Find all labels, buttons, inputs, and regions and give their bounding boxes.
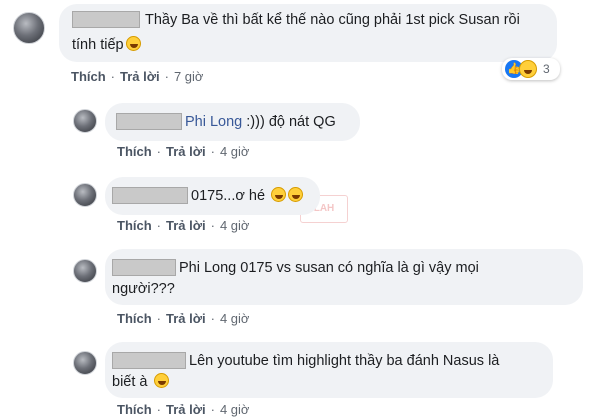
reply-4: Lên youtube tìm highlight thầy ba đánh N… <box>0 338 600 418</box>
mentioned-user-link[interactable]: Phi Long <box>185 114 242 130</box>
reply-button[interactable]: Trả lời <box>166 218 206 233</box>
timestamp[interactable]: 4 giờ <box>220 311 250 326</box>
reaction-summary[interactable]: 👍 3 <box>502 58 560 80</box>
rofl-emoji <box>271 187 287 202</box>
redacted-name <box>116 113 182 130</box>
timestamp[interactable]: 7 giờ <box>174 69 204 84</box>
redacted-name <box>112 187 188 204</box>
rofl-emoji <box>125 36 141 51</box>
rofl-emoji <box>153 373 169 388</box>
reaction-count: 3 <box>543 62 550 76</box>
redacted-name <box>112 352 186 369</box>
reply-button[interactable]: Trả lời <box>120 69 160 84</box>
avatar[interactable] <box>73 109 97 133</box>
comment-text-line2: biết à <box>112 372 169 392</box>
haha-icon <box>519 60 537 78</box>
redacted-name <box>72 11 140 28</box>
comment-actions: Thích · Trả lời · 4 giờ <box>117 144 250 159</box>
timestamp[interactable]: 4 giờ <box>220 218 250 233</box>
like-button[interactable]: Thích <box>117 311 152 326</box>
avatar[interactable] <box>13 12 45 44</box>
like-button[interactable]: Thích <box>117 402 152 417</box>
reply-3: Phi Long 0175 vs susan có nghĩa là gì vậ… <box>0 245 600 330</box>
avatar[interactable] <box>73 351 97 375</box>
comment-actions: Thích · Trả lời · 4 giờ <box>117 311 250 326</box>
comment-text-line2: tính tiếp <box>72 35 141 55</box>
comment-bubble: Phi Long :))) độ nát QG <box>105 103 360 141</box>
reply-button[interactable]: Trả lời <box>166 144 206 159</box>
comment-text: Thầy Ba về thì bất kể thế nào cũng phải … <box>145 12 520 28</box>
comment-bubble: Lên youtube tìm highlight thầy ba đánh N… <box>105 342 553 398</box>
like-button[interactable]: Thích <box>71 69 106 84</box>
comment-bubble: 0175...ơ hé <box>105 177 320 215</box>
comment-text: Phi Long :))) độ nát QG <box>185 114 336 130</box>
comment-actions: Thích · Trả lời · 4 giờ <box>117 402 250 417</box>
like-button[interactable]: Thích <box>117 144 152 159</box>
comment-1: Thầy Ba về thì bất kể thế nào cũng phải … <box>0 0 600 90</box>
reply-button[interactable]: Trả lời <box>166 402 206 417</box>
comment-text-line2: người??? <box>112 281 175 297</box>
reply-1: Phi Long :))) độ nát QG Thích · Trả lời · 4 … <box>0 100 600 165</box>
avatar[interactable] <box>73 259 97 283</box>
reply-2: 0175...ơ hé Thích · Trả lời · 4 giờ <box>0 173 600 238</box>
comment-text: 0175...ơ hé <box>191 186 304 206</box>
timestamp[interactable]: 4 giờ <box>220 402 250 417</box>
comment-actions: Thích · Trả lời · 7 giờ <box>71 69 204 84</box>
redacted-name <box>112 259 176 276</box>
comment-text: Lên youtube tìm highlight thầy ba đánh N… <box>189 353 500 369</box>
timestamp[interactable]: 4 giờ <box>220 144 250 159</box>
avatar[interactable] <box>73 183 97 207</box>
comment-text: Phi Long 0175 vs susan có nghĩa là gì vậ… <box>179 260 479 276</box>
comment-bubble: Phi Long 0175 vs susan có nghĩa là gì vậ… <box>105 249 583 305</box>
rofl-emoji <box>288 187 304 202</box>
reply-button[interactable]: Trả lời <box>166 311 206 326</box>
comment-bubble: Thầy Ba về thì bất kể thế nào cũng phải … <box>59 4 557 62</box>
comment-actions: Thích · Trả lời · 4 giờ <box>117 218 250 233</box>
like-button[interactable]: Thích <box>117 218 152 233</box>
